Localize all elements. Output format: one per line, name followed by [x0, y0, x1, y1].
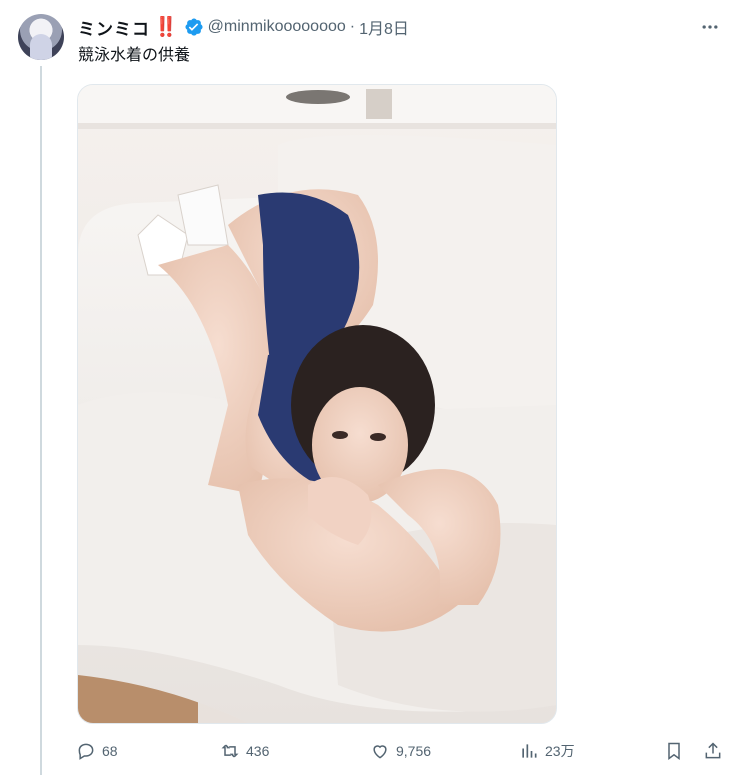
thread-line [40, 66, 42, 775]
more-options-icon[interactable] [697, 14, 723, 40]
header-separator: · [349, 18, 356, 35]
avatar[interactable] [18, 14, 64, 60]
reply-button[interactable]: 68 [76, 741, 118, 761]
photo-illustration [78, 85, 556, 723]
repost-count: 436 [246, 743, 270, 759]
views-button[interactable]: 23万 [519, 741, 575, 761]
bookmark-icon [668, 742, 680, 760]
post-date[interactable]: 1月8日 [359, 15, 409, 39]
repost-icon [221, 744, 239, 758]
post-text: 競泳水着の供養 [78, 47, 191, 64]
like-button[interactable]: 9,756 [370, 741, 431, 761]
views-count: 23万 [545, 743, 575, 759]
verified-badge-icon[interactable] [184, 17, 204, 37]
bookmark-button[interactable] [664, 741, 684, 761]
views-chart-icon [522, 744, 537, 758]
double-exclamation-emoji: ‼️ [154, 17, 178, 38]
author-name[interactable]: ミンミコ [78, 15, 150, 40]
heart-icon [373, 745, 387, 759]
like-count: 9,756 [396, 743, 432, 759]
author-handle[interactable]: @minmikoooooooo [208, 18, 346, 36]
share-button[interactable] [703, 741, 723, 761]
reply-count: 68 [102, 743, 118, 759]
post-header: ミンミコ ‼️ @minmikoooooooo · 1月8日 [78, 14, 685, 40]
share-icon [705, 742, 721, 759]
action-bar: 68 436 9,756 23万 [76, 738, 725, 764]
reply-icon [78, 743, 94, 760]
post-photo[interactable] [77, 84, 557, 724]
repost-button[interactable]: 436 [220, 741, 269, 761]
